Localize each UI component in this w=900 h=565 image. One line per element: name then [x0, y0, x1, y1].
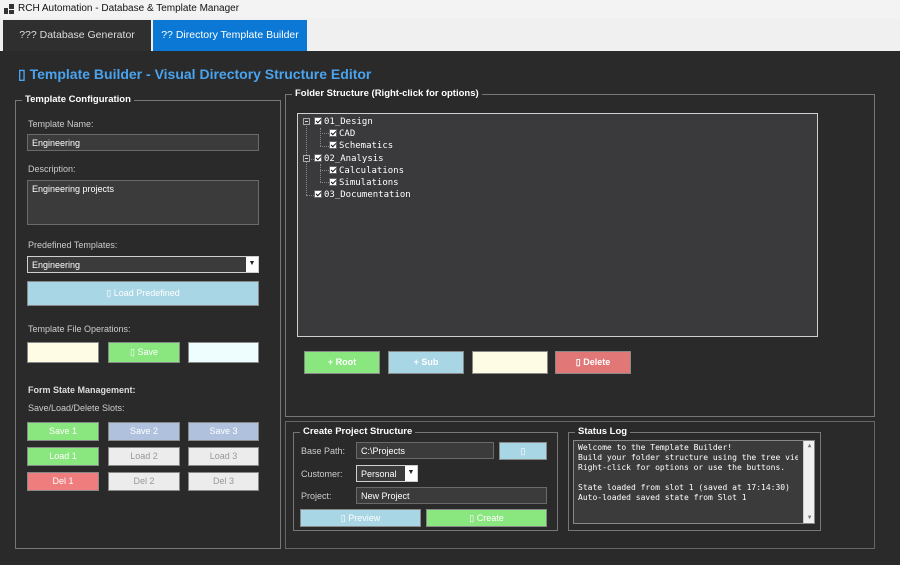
app-icon [4, 4, 14, 14]
delete-folder-button[interactable]: ▯ Delete [555, 351, 631, 374]
tree-item-label: 01_Design [324, 117, 373, 127]
load-slot-1-button[interactable]: Load 1 [27, 447, 99, 466]
project-label: Project: [301, 491, 332, 501]
customer-select[interactable]: Personal ▼ [356, 465, 418, 482]
save-slot-1-button[interactable]: Save 1 [27, 422, 99, 441]
main-panel: ▯ Template Builder - Visual Directory St… [3, 51, 900, 565]
window-title: RCH Automation - Database & Template Man… [18, 3, 240, 14]
tab-directory-template-builder[interactable]: ?? Directory Template Builder [153, 20, 307, 51]
add-root-button[interactable]: + Root [304, 351, 380, 374]
scroll-up-icon[interactable]: ▲ [804, 441, 815, 451]
delete-slot-1-button[interactable]: Del 1 [27, 472, 99, 491]
base-path-label: Base Path: [301, 446, 346, 456]
save-slot-2-button[interactable]: Save 2 [108, 422, 180, 441]
tree-item-label: Schematics [339, 141, 394, 151]
folder-tree[interactable]: 01_Design CAD Schematics 02_Analysis Cal… [297, 113, 818, 337]
slots-label: Save/Load/Delete Slots: [28, 403, 125, 413]
tree-item[interactable]: 03_Documentation [314, 189, 411, 201]
create-project-button[interactable]: ▯ Create [426, 509, 547, 527]
log-line: Right-click for options or use the butto… [578, 463, 786, 472]
page-title: ▯ Template Builder - Visual Directory St… [18, 66, 372, 82]
tree-item[interactable]: Schematics [329, 140, 393, 152]
tree-item[interactable]: 02_Analysis [314, 153, 384, 165]
log-line: Build your folder structure using the tr… [578, 453, 798, 462]
checkbox-checked-icon[interactable] [314, 154, 322, 162]
load-slot-3-button[interactable]: Load 3 [188, 447, 259, 466]
delete-slot-3-button[interactable]: Del 3 [188, 472, 259, 491]
tree-item-label: 02_Analysis [324, 154, 384, 164]
add-sub-button[interactable]: + Sub [388, 351, 464, 374]
tree-item-label: CAD [339, 129, 356, 139]
log-line: State loaded from slot 1 (saved at 17:14… [578, 483, 790, 492]
form-state-heading: Form State Management: [28, 385, 136, 395]
preview-button[interactable]: ▯ Preview [300, 509, 421, 527]
tree-connector [320, 170, 329, 171]
checkbox-checked-icon[interactable] [329, 166, 337, 174]
predefined-templates-label: Predefined Templates: [28, 240, 118, 250]
tree-connector [306, 159, 307, 195]
load-template-file-button[interactable] [27, 342, 99, 363]
description-input[interactable]: Engineering projects [27, 180, 259, 225]
description-label: Description: [28, 164, 76, 174]
rename-button[interactable] [472, 351, 548, 374]
checkbox-checked-icon[interactable] [329, 141, 337, 149]
window-titlebar: RCH Automation - Database & Template Man… [0, 0, 900, 18]
template-name-input[interactable]: Engineering [27, 134, 259, 151]
tab-strip: ??? Database Generator ?? Directory Temp… [0, 18, 900, 51]
save-slot-3-button[interactable]: Save 3 [188, 422, 259, 441]
status-log-legend: Status Log [575, 426, 631, 438]
predefined-templates-select[interactable]: Engineering ▼ [27, 256, 259, 273]
template-configuration-legend: Template Configuration [22, 94, 134, 106]
save-template-file-button[interactable]: ▯ Save [108, 342, 180, 363]
tree-item[interactable]: 01_Design [314, 116, 373, 128]
tree-connector [320, 146, 329, 147]
scroll-down-icon[interactable]: ▼ [804, 513, 815, 523]
browse-folder-button[interactable]: ▯ [499, 442, 547, 460]
tree-connector [320, 182, 329, 183]
tree-item[interactable]: Calculations [329, 165, 404, 177]
tree-connector [320, 133, 329, 134]
tree-item[interactable]: CAD [329, 128, 355, 140]
customer-value: Personal [361, 469, 397, 479]
tree-connector [320, 164, 321, 182]
base-path-input[interactable]: C:\Projects [356, 442, 494, 459]
predefined-templates-value: Engineering [32, 260, 81, 270]
project-name-input[interactable]: New Project [356, 487, 547, 504]
tree-item-label: Calculations [339, 166, 405, 176]
chevron-down-icon[interactable]: ▼ [246, 257, 258, 272]
collapse-icon[interactable] [303, 118, 310, 125]
delete-slot-2-button[interactable]: Del 2 [108, 472, 180, 491]
tree-item[interactable]: Simulations [329, 177, 399, 189]
tree-connector [320, 128, 321, 146]
create-project-legend: Create Project Structure [300, 426, 416, 438]
template-name-label: Template Name: [28, 119, 94, 129]
folder-structure-legend: Folder Structure (Right-click for option… [292, 88, 482, 100]
log-scrollbar[interactable]: ▲ ▼ [803, 441, 814, 523]
checkbox-checked-icon[interactable] [329, 129, 337, 137]
tree-item-label: Simulations [339, 178, 399, 188]
chevron-down-icon[interactable]: ▼ [405, 466, 417, 481]
load-slot-2-button[interactable]: Load 2 [108, 447, 180, 466]
log-line: Auto-loaded saved state from Slot 1 [578, 493, 747, 502]
log-line: Welcome to the Template Builder! [578, 443, 733, 452]
tree-connector [306, 123, 307, 159]
checkbox-checked-icon[interactable] [329, 178, 337, 186]
checkbox-checked-icon[interactable] [314, 117, 322, 125]
collapse-icon[interactable] [303, 155, 310, 162]
tab-database-generator[interactable]: ??? Database Generator [3, 20, 151, 51]
export-template-file-button[interactable] [188, 342, 259, 363]
checkbox-checked-icon[interactable] [314, 190, 322, 198]
load-predefined-button[interactable]: ▯ Load Predefined [27, 281, 259, 306]
status-log-textbox[interactable]: Welcome to the Template Builder! Build y… [573, 440, 815, 524]
template-file-operations-label: Template File Operations: [28, 324, 131, 334]
customer-label: Customer: [301, 469, 343, 479]
tree-item-label: 03_Documentation [324, 190, 411, 200]
